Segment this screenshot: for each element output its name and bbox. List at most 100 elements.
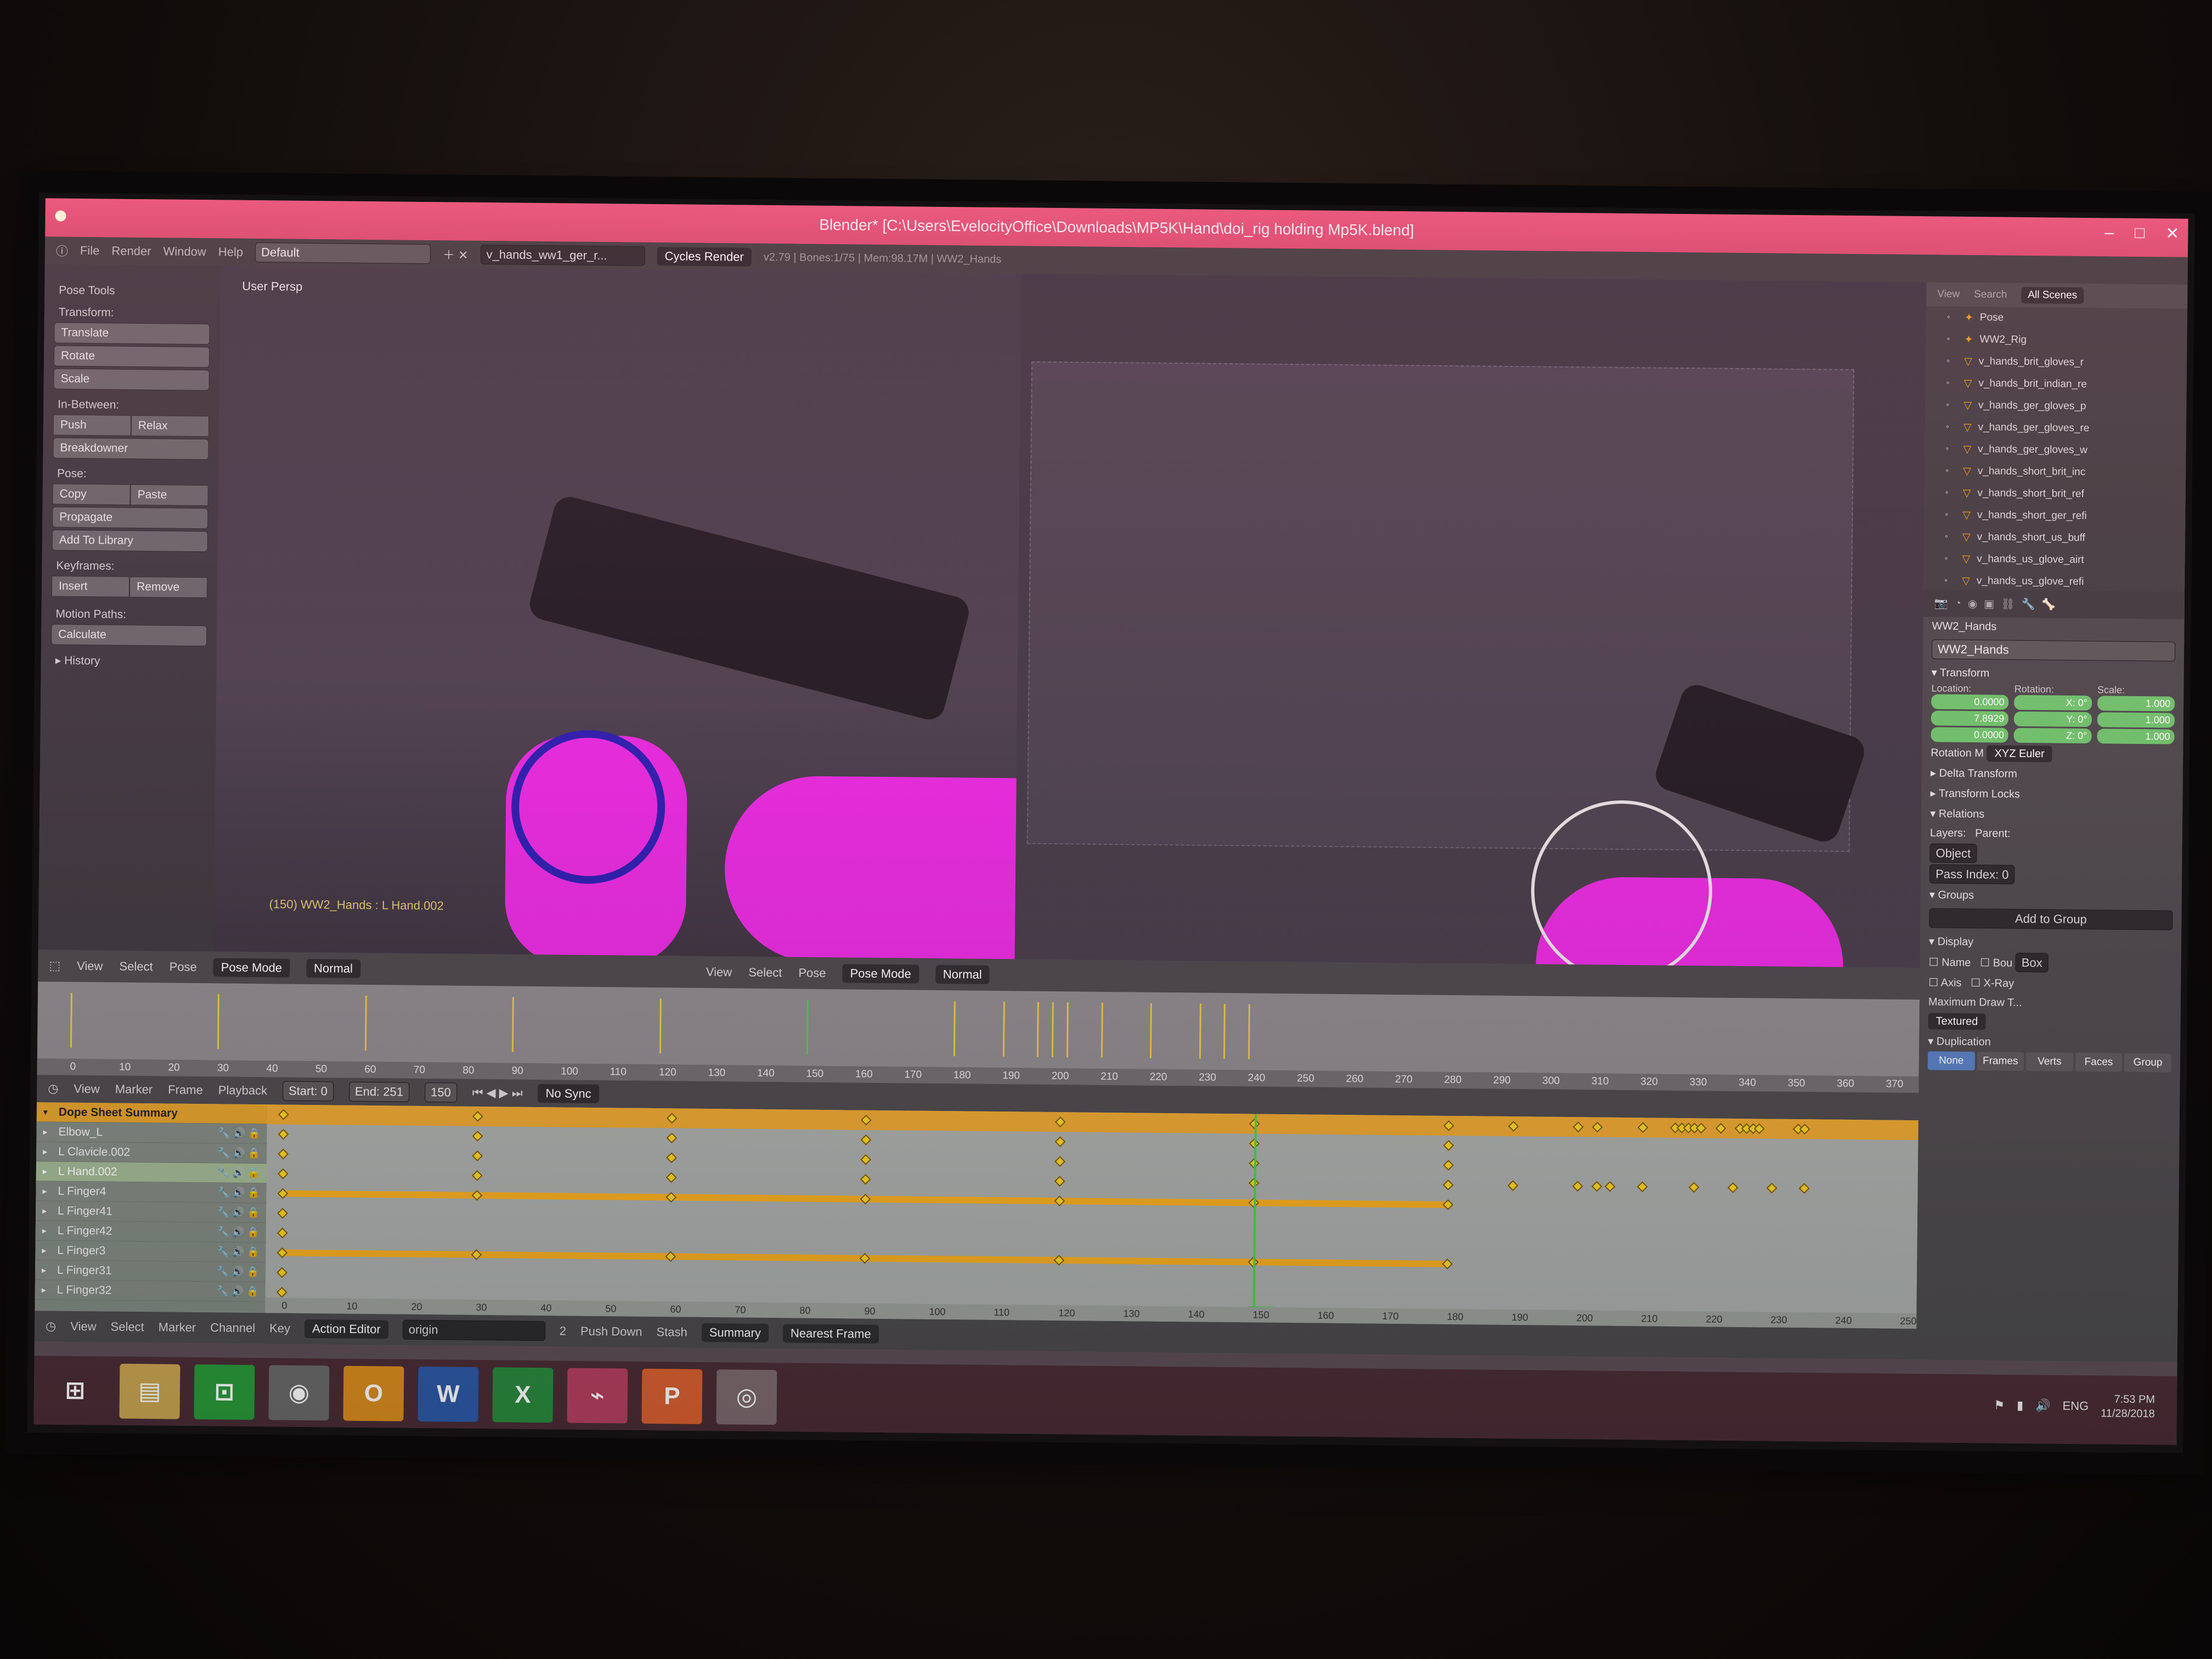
keyframe-diamond[interactable] [472, 1131, 483, 1142]
volume-icon[interactable]: 🔊 [2035, 1398, 2051, 1413]
relax-button[interactable]: Relax [131, 415, 210, 437]
bounds-type-select[interactable]: Box [2015, 952, 2049, 973]
keyframe-diamond[interactable] [1754, 1123, 1765, 1135]
translate-button[interactable]: Translate [54, 322, 210, 345]
expand-icon[interactable]: ▸ [43, 1126, 47, 1137]
dope-sheet[interactable]: ▾ Dope Sheet Summary ▸ Elbow_L 🔧 🔊 🔒 ▸ L Clavi… [35, 1102, 1918, 1329]
mode-select[interactable]: Pose Mode [213, 958, 290, 978]
viewport-left[interactable]: Pose Tools Transform: Translate Rotate S… [38, 264, 1022, 960]
render-engine-select[interactable]: Cycles Render [657, 247, 752, 267]
flag-icon[interactable]: ⚑ [1994, 1398, 2005, 1412]
keyframe-diamond[interactable] [860, 1134, 872, 1146]
powerpoint-icon[interactable]: P [641, 1368, 703, 1424]
dup-faces-button[interactable]: Faces [2075, 1052, 2123, 1072]
clock[interactable]: 7:53 PM 11/28/2018 [2101, 1392, 2155, 1421]
outliner-item[interactable]: ◦ ▽ v_hands_ger_gloves_p [1925, 394, 2186, 419]
visibility-icon[interactable]: ◦ [1945, 532, 1948, 542]
modifiers-tab-icon[interactable]: 🔧 [2022, 597, 2035, 611]
outlook-icon[interactable]: O [343, 1365, 404, 1421]
timeline-editor-icon[interactable]: ◷ [48, 1081, 58, 1096]
outliner-item[interactable]: ◦ ▽ v_hands_brit_indian_re [1926, 372, 2187, 397]
dope-channel[interactable]: ▸ L Finger4 🔧 🔊 🔒 [36, 1181, 267, 1204]
channel-toggle-icons[interactable]: 🔧 🔊 🔒 [216, 1285, 258, 1297]
expand-icon[interactable]: ▸ [42, 1186, 47, 1197]
channel-toggle-icons[interactable]: 🔧 🔊 🔒 [217, 1206, 259, 1218]
keyframe-diamond[interactable] [472, 1150, 483, 1161]
keyframe-diamond[interactable] [1689, 1182, 1700, 1193]
propagate-button[interactable]: Propagate [52, 506, 208, 529]
playback-controls-icon[interactable]: ⏮ ◀ ▶ ⏭ [472, 1086, 523, 1101]
remove-keyframe-button[interactable]: Remove [129, 576, 208, 599]
keyframe-diamond[interactable] [1637, 1122, 1649, 1133]
channel-toggle-icons[interactable]: 🔧 🔊 🔒 [217, 1266, 259, 1278]
dope-channel[interactable]: ▸ Elbow_L 🔧 🔊 🔒 [36, 1122, 267, 1144]
visibility-icon[interactable]: ◦ [1944, 576, 1948, 586]
start-frame-field[interactable]: Start: 0 [282, 1081, 334, 1102]
keyframe-diamond[interactable] [1592, 1181, 1602, 1192]
outliner-item[interactable]: ◦ ▽ v_hands_short_brit_inc [1925, 460, 2186, 484]
dope-channel-menu[interactable]: Channel [210, 1321, 255, 1335]
keyframe-diamond[interactable] [1572, 1121, 1584, 1133]
channel-toggle-icons[interactable]: 🔧 🔊 🔒 [217, 1226, 259, 1238]
mode-select-right[interactable]: Pose Mode [842, 964, 919, 984]
menu-window[interactable]: Window [163, 244, 206, 259]
relations-panel[interactable]: ▾ Relations [1921, 803, 2182, 826]
keyframe-diamond[interactable] [666, 1152, 678, 1164]
info-editor-icon[interactable]: ⓘ [56, 241, 68, 259]
scale-z[interactable]: 1.000 [2097, 729, 2175, 744]
keyframe-diamond[interactable] [1054, 1116, 1066, 1128]
timeline-view-menu[interactable]: View [74, 1082, 100, 1096]
keyframe-diamond[interactable] [860, 1173, 871, 1185]
current-frame-field[interactable]: 150 [424, 1082, 457, 1103]
dup-frames-button[interactable]: Frames [1977, 1052, 2024, 1071]
transform-panel-header[interactable]: ▾ Transform [1923, 662, 2184, 685]
pose-menu[interactable]: Pose [170, 960, 197, 974]
keyframe-diamond[interactable] [1695, 1122, 1707, 1134]
keyframe-diamond[interactable] [1727, 1182, 1739, 1193]
keyframe-diamond[interactable] [276, 1267, 287, 1278]
outliner-search-menu[interactable]: Search [1974, 289, 2007, 301]
object-name-field[interactable]: WW2_Hands [1931, 639, 2176, 662]
keyframe-diamond[interactable] [1637, 1181, 1648, 1193]
outliner-item[interactable]: ◦ ✦ Pose [1926, 306, 2187, 331]
scale-y[interactable]: 1.000 [2097, 712, 2175, 728]
action-field[interactable]: origin [402, 1319, 545, 1341]
language-indicator[interactable]: ENG [2062, 1399, 2089, 1413]
channel-toggle-icons[interactable]: 🔧 🔊 🔒 [218, 1127, 260, 1139]
world-tab-icon[interactable]: ◉ [1968, 596, 1978, 610]
dope-channel[interactable]: ▸ L Hand.002 🔧 🔊 🔒 [36, 1161, 267, 1184]
render-tab-icon[interactable]: 📷 [1934, 596, 1948, 610]
pivot-select-right[interactable]: Normal [935, 964, 990, 984]
keyframe-diamond[interactable] [1572, 1181, 1583, 1192]
dope-marker-menu[interactable]: Marker [159, 1320, 196, 1335]
select-menu-right[interactable]: Select [748, 966, 782, 980]
timeline-marker-menu[interactable]: Marker [115, 1082, 153, 1097]
push-down-button[interactable]: Push Down [580, 1324, 642, 1339]
file-explorer-icon[interactable]: ▤ [119, 1363, 180, 1419]
add-to-library-button[interactable]: Add To Library [52, 529, 208, 552]
expand-icon[interactable]: ▸ [42, 1225, 47, 1236]
start-button-icon[interactable]: ⊞ [45, 1363, 106, 1418]
keyframe-diamond[interactable] [276, 1227, 288, 1239]
keyframe-diamond[interactable] [1054, 1176, 1065, 1187]
outliner-item[interactable]: ◦ ▽ v_hands_ger_gloves_re [1925, 416, 2186, 441]
keyframe-diamond[interactable] [1054, 1156, 1065, 1167]
draw-type-select[interactable]: Textured [1928, 1013, 1986, 1030]
visibility-icon[interactable]: ◦ [1945, 466, 1949, 476]
scene-tab-icon[interactable]: ◔ [1955, 597, 1961, 610]
keyframe-diamond[interactable] [1799, 1124, 1810, 1135]
keyframe-diamond[interactable] [1054, 1136, 1066, 1148]
outliner-view-menu[interactable]: View [1937, 288, 1960, 300]
visibility-icon[interactable]: ◦ [1945, 510, 1948, 520]
outliner[interactable]: View Search All Scenes ◦ ✦ Pose ◦ ✦ WW2_Rig ◦ ▽… [1923, 282, 2188, 592]
location-z[interactable]: 0.0000 [1931, 727, 2009, 743]
visibility-icon[interactable]: ◦ [1946, 422, 1949, 432]
xray-checkbox[interactable]: X-Ray [1984, 977, 2015, 990]
project-icon[interactable]: ⌁ [567, 1368, 628, 1424]
calculate-button[interactable]: Calculate [51, 624, 207, 647]
keyframe-diamond[interactable] [1443, 1120, 1454, 1131]
keyframe-diamond[interactable] [276, 1247, 288, 1259]
add-to-group-button[interactable]: Add to Group [1929, 908, 2173, 930]
duplication-panel[interactable]: ▾ Duplication [1919, 1031, 2180, 1054]
channel-toggle-icons[interactable]: 🔧 🔊 🔒 [217, 1246, 259, 1258]
